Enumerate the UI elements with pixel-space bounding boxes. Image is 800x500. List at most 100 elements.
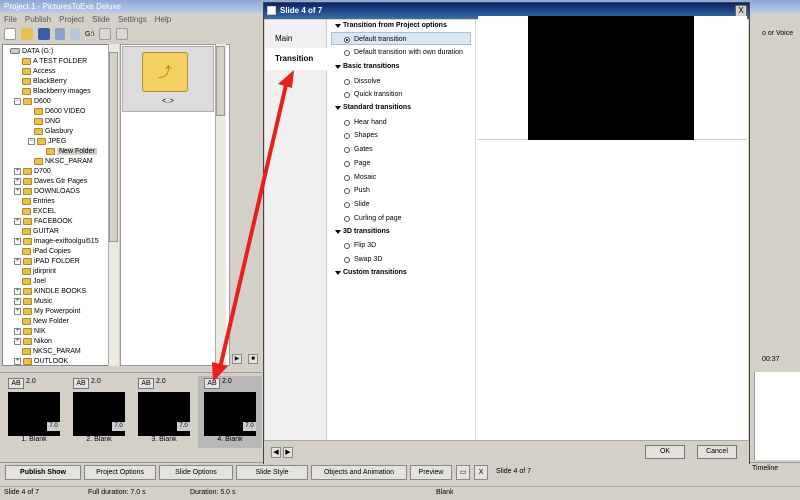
tree-item[interactable]: Joel (22, 276, 46, 286)
tree-item[interactable]: NKSC_PARAM (34, 156, 93, 166)
expand-icon[interactable]: + (14, 297, 21, 305)
expand-icon[interactable]: + (14, 337, 21, 345)
tree-item[interactable]: GUITAR (22, 226, 59, 236)
tree-item[interactable]: jdirprint (22, 266, 56, 276)
tab-transition[interactable]: Transition (265, 48, 327, 70)
stop-icon[interactable]: ■ (248, 354, 258, 364)
radio-default-transition[interactable]: Default transition (344, 34, 407, 45)
menu-slide[interactable]: Slide (92, 15, 110, 24)
open-folder-icon[interactable] (21, 28, 33, 40)
tree-item[interactable]: − D600 (14, 96, 51, 106)
menu-project[interactable]: Project (59, 15, 84, 24)
fullscreen-icon[interactable]: ▭ (456, 465, 470, 480)
cancel-button[interactable]: Cancel (697, 445, 737, 459)
tree-item[interactable]: D600 VIDEO (34, 106, 85, 116)
ok-button[interactable]: OK (645, 445, 685, 459)
group-project-options[interactable]: Transition from Project options (335, 22, 447, 29)
expand-icon[interactable]: + (14, 177, 21, 185)
expand-icon[interactable]: + (14, 307, 21, 315)
radio-swap-3d[interactable]: Swap 3D (344, 254, 382, 265)
expand-icon[interactable]: + (14, 217, 21, 225)
tree-item[interactable]: + OUTLOOK (14, 356, 68, 366)
group-custom-transitions[interactable]: Custom transitions (335, 269, 407, 276)
radio-shapes[interactable]: Shapes (344, 130, 378, 141)
drive-selector[interactable]: G:\ (85, 31, 94, 38)
publish-show-button[interactable]: Publish Show (5, 465, 81, 480)
undo-icon[interactable] (55, 28, 65, 40)
ab-badge[interactable]: AB (138, 378, 154, 389)
tree-root-drive[interactable]: DATA (G:) (10, 46, 53, 56)
tree-item[interactable]: + Music (14, 296, 52, 306)
slide-thumbnail[interactable]: AB 2.0 7.0 4. Blank (200, 378, 260, 448)
preview-button[interactable]: Preview (410, 465, 452, 480)
timeline-label[interactable]: Timeline (752, 465, 778, 472)
expand-icon[interactable]: + (14, 257, 21, 265)
tree-item[interactable]: Entries (22, 196, 55, 206)
tree-item[interactable]: + DOWNLOADS (14, 186, 80, 196)
collapse-icon[interactable]: − (14, 97, 21, 105)
radio-slide[interactable]: Slide (344, 199, 370, 210)
save-icon[interactable] (38, 28, 50, 40)
ab-badge[interactable]: AB (73, 378, 89, 389)
redo-icon[interactable] (70, 28, 80, 40)
tree-item[interactable]: Blackberry images (22, 86, 91, 96)
slide-thumbnail[interactable]: AB 2.0 7.0 3. Blank (134, 378, 194, 448)
tree-item[interactable]: New Folder (22, 316, 69, 326)
next-slide-button[interactable]: ▶ (283, 447, 293, 458)
tree-item[interactable]: + D700 (14, 166, 51, 176)
tree-item[interactable]: + KINDLE BOOKS (14, 286, 86, 296)
tree-item[interactable]: + FACEBOOK (14, 216, 73, 226)
group-basic-transitions[interactable]: Basic transitions (334, 63, 399, 70)
slide-style-button[interactable]: Slide Style (236, 465, 308, 480)
menu-help[interactable]: Help (155, 15, 171, 24)
radio-default-own-duration[interactable]: Default transition with own duration (344, 47, 463, 58)
menu-settings[interactable]: Settings (118, 15, 147, 24)
tree-item[interactable]: Glasbury (34, 126, 73, 136)
collapse-icon[interactable]: − (28, 137, 35, 145)
tree-item[interactable]: + Nikon (14, 336, 52, 346)
tree-item[interactable]: Access (22, 66, 56, 76)
group-standard-transitions[interactable]: Standard transitions (334, 104, 411, 111)
tree-item[interactable]: A TEST FOLDER (22, 56, 87, 66)
radio-mosaic[interactable]: Mosaic (344, 172, 376, 183)
radio-curling-of-page[interactable]: Curling of page (344, 213, 401, 224)
tree-item[interactable]: BlackBerry (22, 76, 67, 86)
tree-item[interactable]: + iPAD FOLDER (14, 256, 80, 266)
slide-thumbnail[interactable]: AB 2.0 7.0 1. Blank (4, 378, 64, 448)
radio-page[interactable]: Page (344, 158, 370, 169)
tree-item[interactable]: + NIK (14, 326, 46, 336)
tree-item[interactable]: NKSC_PARAM (22, 346, 81, 356)
menu-publish[interactable]: Publish (25, 15, 51, 24)
expand-icon[interactable]: + (14, 237, 21, 245)
close-project-button[interactable]: X (474, 465, 488, 480)
radio-quick-transition[interactable]: Quick transition (344, 89, 402, 100)
menu-file[interactable]: File (4, 15, 17, 24)
radio-push[interactable]: Push (344, 185, 370, 196)
expand-icon[interactable]: + (14, 357, 21, 365)
tree-item[interactable]: + My Powerpoint (14, 306, 80, 316)
project-options-button[interactable]: Project Options (84, 465, 156, 480)
radio-hand[interactable]: Hear hand (344, 117, 387, 128)
radio-flip-3d[interactable]: Flip 3D (344, 240, 376, 251)
expand-icon[interactable]: + (14, 167, 21, 175)
tree-item[interactable]: + image-exiftoolgui515 (14, 236, 99, 246)
tree-item[interactable]: + Daves Gtr Pages (14, 176, 87, 186)
expand-icon[interactable]: + (14, 187, 21, 195)
ab-badge[interactable]: AB (8, 378, 24, 389)
tree-item[interactable]: DNG (34, 116, 61, 126)
tree-item[interactable]: − JPEG (28, 136, 66, 146)
expand-icon[interactable]: + (14, 327, 21, 335)
tree-item[interactable]: New Folder (46, 146, 97, 156)
folder-tree-scroll-thumb[interactable] (109, 52, 118, 242)
tab-main[interactable]: Main (265, 28, 327, 50)
thumbnail-scroll-thumb[interactable] (216, 46, 225, 116)
slide-options-button[interactable]: Slide Options (159, 465, 233, 480)
group-3d-transitions[interactable]: 3D transitions (335, 228, 390, 235)
previous-slide-button[interactable]: ◀ (271, 447, 281, 458)
ab-badge[interactable]: AB (204, 378, 220, 389)
slide-thumbnail[interactable]: AB 2.0 7.0 2. Blank (69, 378, 129, 448)
play-icon[interactable]: ▶ (232, 354, 242, 364)
radio-gates[interactable]: Gates (344, 144, 373, 155)
expand-icon[interactable]: + (14, 287, 21, 295)
folder-view-icon[interactable] (99, 28, 112, 40)
